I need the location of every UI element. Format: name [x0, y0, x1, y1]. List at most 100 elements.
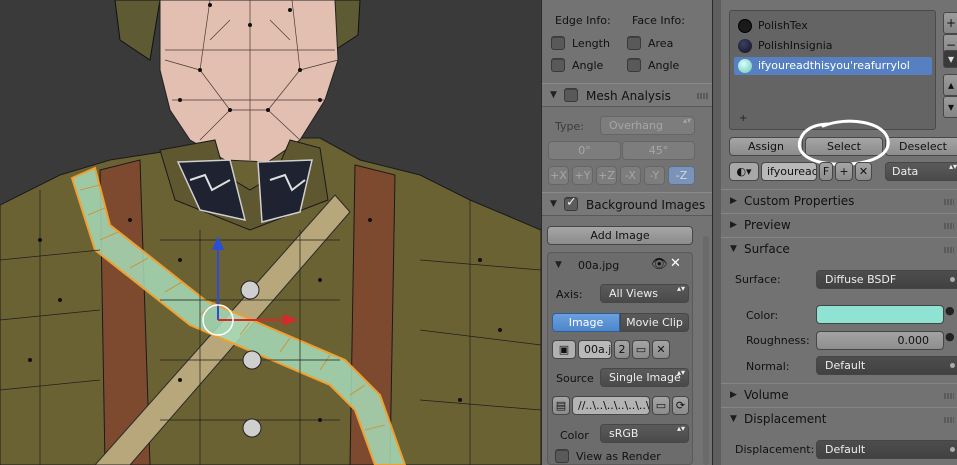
type-dropdown[interactable]: Overhang [600, 116, 695, 135]
mesh-analysis-checkbox[interactable] [564, 88, 578, 102]
background-image-entry: ▼ 00a.jpg 👁 ✕ Axis: All Views Image Movi… [547, 252, 693, 465]
deselect-button[interactable]: Deselect [885, 137, 957, 156]
color-swatch[interactable] [816, 305, 944, 324]
socket-dot-icon [950, 447, 955, 452]
collapse-triangle-icon: ▼ [550, 90, 557, 100]
angle-min-field[interactable]: 0° [548, 141, 621, 160]
collapse-triangle-icon: ▼ [730, 244, 737, 254]
unlink-material-icon[interactable]: ✕ [855, 162, 872, 181]
expand-triangle-icon[interactable]: ▼ [555, 260, 562, 270]
collapse-triangle-icon: ▼ [730, 414, 737, 424]
view-as-render-checkbox[interactable] [555, 449, 569, 463]
drag-grip-icon[interactable] [697, 93, 709, 99]
socket-dot-icon [950, 363, 955, 368]
edge-angle-checkbox[interactable] [551, 58, 565, 72]
axis-label: Axis: [556, 288, 583, 301]
viewport-properties-panel: Edge Info: Face Info: Length Area Angle … [541, 0, 712, 465]
add-image-button[interactable]: Add Image [547, 226, 693, 245]
socket-dot-icon: ● [945, 330, 955, 343]
background-images-header[interactable]: ▼ Background Images [542, 192, 712, 216]
surface-header[interactable]: ▼ Surface [721, 237, 957, 261]
displacement-header[interactable]: ▼ Displacement [721, 407, 957, 431]
mesh-render[interactable] [0, 0, 541, 465]
folder-open-icon[interactable]: ▭ [652, 396, 670, 415]
add-material-slot-button[interactable]: + [943, 12, 957, 34]
material-browse-icon[interactable]: ◐▾ [729, 162, 759, 181]
mesh-analysis-header[interactable]: ▼ Mesh Analysis [542, 83, 712, 107]
file-icon[interactable]: ▤ [552, 396, 570, 415]
axis-nz-button[interactable]: -Z [668, 166, 695, 185]
axis-dropdown[interactable]: All Views [600, 284, 689, 303]
tab-movie-clip[interactable]: Movie Clip [620, 313, 689, 332]
material-slot-list[interactable]: PolishTex PolishInsignia ifyoureadthisyo… [729, 10, 936, 130]
reload-icon[interactable]: ⟳ [672, 396, 689, 415]
normal-dropdown[interactable]: Default [816, 356, 957, 375]
drag-grip-icon[interactable] [944, 199, 954, 205]
area-label: Area [648, 37, 674, 50]
color-label: Color [560, 429, 589, 442]
drag-grip-icon[interactable] [944, 247, 954, 253]
displacement-dropdown[interactable]: Default [816, 440, 957, 459]
preview-title: Preview [744, 218, 791, 232]
color-space-dropdown[interactable]: sRGB [600, 424, 689, 443]
material-slot-selected[interactable]: ifyoureadthisyou'reafurrylol [734, 57, 932, 75]
eye-icon[interactable]: 👁 [651, 257, 668, 272]
move-slot-down-button[interactable]: ▾ [943, 96, 957, 118]
material-slot[interactable]: PolishInsignia [734, 37, 932, 55]
source-dropdown[interactable]: Single Image [600, 368, 689, 387]
background-images-checkbox[interactable] [564, 195, 578, 211]
volume-title: Volume [744, 388, 789, 402]
surface-shader-dropdown[interactable]: Diffuse BSDF [816, 270, 957, 289]
material-name-field[interactable]: ifyouread [761, 162, 817, 181]
assign-button[interactable]: Assign [729, 137, 803, 156]
move-slot-up-button[interactable]: ▴ [943, 74, 957, 96]
surface-label: Surface: [735, 273, 781, 286]
link-data-dropdown[interactable]: Data [885, 162, 957, 181]
volume-header[interactable]: ▶ Volume [721, 383, 957, 407]
panel-scrollbar[interactable] [703, 236, 709, 465]
axis-py-button[interactable]: +Y [572, 166, 593, 185]
image-block-name[interactable]: 00a.j [578, 340, 612, 359]
material-slot[interactable]: PolishTex [734, 17, 932, 35]
drag-grip-icon[interactable] [944, 393, 954, 399]
preview-header[interactable]: ▶ Preview [721, 213, 957, 237]
folder-icon[interactable]: ▭ [632, 340, 650, 359]
area-checkbox[interactable] [627, 36, 641, 50]
material-slot-name: ifyoureadthisyou'reafurrylol [758, 59, 910, 72]
expand-triangle-icon: ▶ [730, 220, 737, 230]
add-slot-plus-icon[interactable]: + [739, 113, 747, 124]
custom-properties-title: Custom Properties [744, 194, 855, 208]
background-images-title: Background Images [586, 198, 706, 212]
panel-divider[interactable] [713, 0, 721, 465]
filepath-field[interactable]: //..\..\..\..\..\..\ [572, 396, 650, 415]
close-icon[interactable]: ✕ [670, 256, 681, 271]
image-users-count[interactable]: 2 [614, 340, 630, 359]
axis-px-button[interactable]: +X [548, 166, 569, 185]
material-slot-name: PolishTex [758, 19, 808, 32]
face-angle-label: Angle [648, 59, 680, 72]
new-material-plus-icon[interactable]: + [835, 162, 853, 181]
length-checkbox[interactable] [551, 36, 565, 50]
axis-ny-button[interactable]: -Y [644, 166, 665, 185]
image-browse-icon[interactable]: ▣ [552, 340, 576, 359]
expand-triangle-icon: ▶ [730, 390, 737, 400]
custom-properties-header[interactable]: ▶ Custom Properties [721, 189, 957, 213]
tab-image[interactable]: Image [552, 313, 620, 332]
face-angle-checkbox[interactable] [627, 58, 641, 72]
material-slot-name: PolishInsignia [758, 39, 833, 52]
unlink-icon[interactable]: ✕ [652, 340, 670, 359]
edge-angle-label: Angle [572, 59, 604, 72]
angle-max-field[interactable]: 45° [622, 141, 695, 160]
socket-dot-icon: ● [945, 304, 955, 317]
axis-pz-button[interactable]: +Z [596, 166, 617, 185]
displacement-title: Displacement [744, 412, 827, 426]
drag-grip-icon[interactable] [944, 417, 954, 423]
mesh-analysis-title: Mesh Analysis [586, 89, 671, 103]
source-label: Source [556, 372, 594, 385]
axis-nx-button[interactable]: -X [620, 166, 641, 185]
slot-specials-button[interactable]: ▾ [943, 50, 957, 68]
roughness-field[interactable]: 0.000 [816, 331, 944, 350]
drag-grip-icon[interactable] [944, 223, 954, 229]
fake-user-button[interactable]: F [819, 162, 833, 181]
3d-viewport[interactable] [0, 0, 541, 465]
